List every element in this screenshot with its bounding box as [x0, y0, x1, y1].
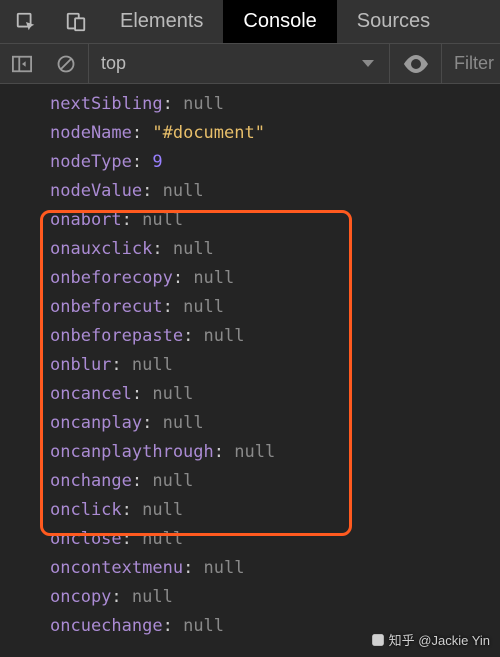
- property-key: oncuechange: [50, 616, 163, 636]
- property-key: onauxclick: [50, 239, 152, 259]
- object-property-row[interactable]: oncontextmenu: null: [50, 554, 500, 583]
- object-property-row[interactable]: nodeValue: null: [50, 177, 500, 206]
- live-expression-icon[interactable]: [390, 44, 442, 83]
- chevron-down-icon: [361, 59, 375, 69]
- object-property-row[interactable]: nodeType: 9: [50, 148, 500, 177]
- object-property-row[interactable]: nextSibling: null: [50, 90, 500, 119]
- property-value: null: [183, 616, 224, 636]
- property-key: onchange: [50, 471, 132, 491]
- zhihu-icon: [371, 633, 385, 647]
- property-key: oncontextmenu: [50, 558, 183, 578]
- devtools-tab-bar: Elements Console Sources: [0, 0, 500, 44]
- tab-elements[interactable]: Elements: [100, 0, 223, 43]
- property-value: null: [142, 529, 183, 549]
- property-value: null: [193, 268, 234, 288]
- console-output: nextSibling: nullnodeName: "#document"no…: [0, 84, 500, 641]
- property-value: null: [142, 210, 183, 230]
- colon: :: [214, 442, 234, 462]
- clear-console-icon[interactable]: [44, 44, 88, 83]
- property-key: onabort: [50, 210, 122, 230]
- filter-placeholder: Filter: [454, 53, 494, 74]
- object-property-row[interactable]: nodeName: "#document": [50, 119, 500, 148]
- object-property-row[interactable]: oncopy: null: [50, 583, 500, 612]
- property-value: null: [204, 558, 245, 578]
- colon: :: [142, 181, 162, 201]
- property-key: oncancel: [50, 384, 132, 404]
- object-property-row[interactable]: onabort: null: [50, 206, 500, 235]
- colon: :: [152, 239, 172, 259]
- object-property-row[interactable]: onclose: null: [50, 525, 500, 554]
- property-key: oncopy: [50, 587, 111, 607]
- colon: :: [122, 500, 142, 520]
- console-toolbar: top Filter: [0, 44, 500, 84]
- property-value: null: [132, 587, 173, 607]
- object-property-row[interactable]: onblur: null: [50, 351, 500, 380]
- property-value: null: [234, 442, 275, 462]
- colon: :: [122, 529, 142, 549]
- property-value: null: [173, 239, 214, 259]
- property-key: onclose: [50, 529, 122, 549]
- property-key: onclick: [50, 500, 122, 520]
- object-property-row[interactable]: onbeforepaste: null: [50, 322, 500, 351]
- property-value: null: [152, 471, 193, 491]
- colon: :: [111, 355, 131, 375]
- property-key: onblur: [50, 355, 111, 375]
- colon: :: [132, 471, 152, 491]
- property-value: null: [183, 297, 224, 317]
- property-key: nodeValue: [50, 181, 142, 201]
- object-property-row[interactable]: onclick: null: [50, 496, 500, 525]
- filter-input[interactable]: Filter: [442, 44, 500, 83]
- property-key: oncanplay: [50, 413, 142, 433]
- property-key: nodeType: [50, 152, 132, 172]
- colon: :: [132, 384, 152, 404]
- device-toolbar-icon[interactable]: [52, 0, 100, 43]
- object-property-row[interactable]: oncanplaythrough: null: [50, 438, 500, 467]
- property-key: onbeforecopy: [50, 268, 173, 288]
- colon: :: [183, 326, 203, 346]
- console-sidebar-toggle-icon[interactable]: [0, 44, 44, 83]
- colon: :: [111, 587, 131, 607]
- property-value: "#document": [152, 123, 265, 143]
- property-key: nodeName: [50, 123, 132, 143]
- colon: :: [163, 94, 183, 114]
- property-value: null: [183, 94, 224, 114]
- colon: :: [163, 297, 183, 317]
- inspect-element-icon[interactable]: [0, 0, 52, 43]
- colon: :: [183, 558, 203, 578]
- property-key: oncanplaythrough: [50, 442, 214, 462]
- tab-console[interactable]: Console: [223, 0, 336, 43]
- colon: :: [163, 616, 183, 636]
- colon: :: [132, 123, 152, 143]
- execution-context-selector[interactable]: top: [88, 44, 390, 83]
- property-value: null: [163, 413, 204, 433]
- property-value: 9: [152, 152, 162, 172]
- object-property-row[interactable]: onauxclick: null: [50, 235, 500, 264]
- property-value: null: [142, 500, 183, 520]
- colon: :: [142, 413, 162, 433]
- property-key: nextSibling: [50, 94, 163, 114]
- property-key: onbeforecut: [50, 297, 163, 317]
- watermark: 知乎 @Jackie Yin: [371, 630, 490, 649]
- object-property-row[interactable]: onbeforecut: null: [50, 293, 500, 322]
- object-property-row[interactable]: onchange: null: [50, 467, 500, 496]
- property-value: null: [132, 355, 173, 375]
- object-property-row[interactable]: onbeforecopy: null: [50, 264, 500, 293]
- watermark-text: 知乎 @Jackie Yin: [389, 630, 490, 649]
- colon: :: [132, 152, 152, 172]
- object-property-row[interactable]: oncanplay: null: [50, 409, 500, 438]
- property-value: null: [152, 384, 193, 404]
- colon: :: [122, 210, 142, 230]
- context-label: top: [101, 53, 126, 74]
- object-property-row[interactable]: oncancel: null: [50, 380, 500, 409]
- property-value: null: [163, 181, 204, 201]
- tab-sources[interactable]: Sources: [337, 0, 450, 43]
- colon: :: [173, 268, 193, 288]
- property-key: onbeforepaste: [50, 326, 183, 346]
- property-value: null: [204, 326, 245, 346]
